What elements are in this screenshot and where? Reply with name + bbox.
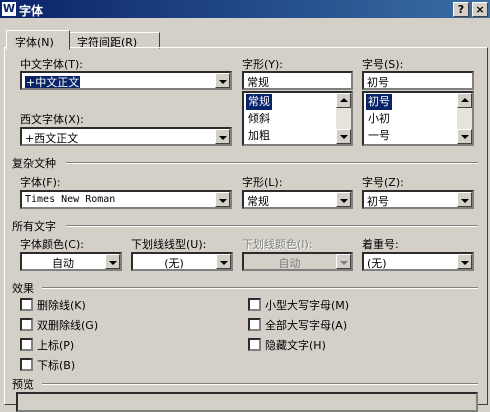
font-color-dropdown-arrow-icon[interactable] xyxy=(105,254,120,269)
separator xyxy=(66,162,478,164)
complex-font-combo[interactable]: Times New Roman xyxy=(20,190,232,209)
complex-style-dropdown-arrow-icon[interactable] xyxy=(336,192,351,207)
window-title: 字体 xyxy=(19,4,44,18)
chinese-font-label: 中文字体(T): xyxy=(20,58,84,71)
font-color-label: 字体颜色(C): xyxy=(20,238,84,251)
strikethrough-checkbox[interactable] xyxy=(20,298,33,311)
complex-script-heading: 复杂文种 xyxy=(12,157,56,170)
underline-color-label: 下划线颜色(I): xyxy=(242,238,313,251)
superscript-checkbox[interactable] xyxy=(20,338,33,351)
complex-style-combo[interactable]: 常规 xyxy=(242,190,353,209)
font-color-value: 自动 xyxy=(52,257,74,270)
separator xyxy=(42,287,478,289)
w-icon: W xyxy=(2,2,16,16)
complex-font-value: Times New Roman xyxy=(25,194,116,205)
complex-size-dropdown-arrow-icon[interactable] xyxy=(457,192,472,207)
chinese-font-dropdown-arrow-icon[interactable] xyxy=(215,73,230,88)
western-font-combo[interactable]: +西文正文 xyxy=(20,127,232,146)
font-size-option[interactable]: 一号 xyxy=(366,128,392,144)
underline-type-label: 下划线线型(U): xyxy=(131,238,207,251)
font-style-label: 字形(Y): xyxy=(242,58,284,71)
preview-area xyxy=(16,392,478,412)
western-font-value: +西文正文 xyxy=(25,132,79,145)
underline-color-dropdown-arrow-icon xyxy=(336,254,351,269)
font-size-option[interactable]: 小初 xyxy=(366,111,392,127)
all-text-heading: 所有文字 xyxy=(12,220,56,233)
close-button[interactable]: × xyxy=(472,2,488,17)
emphasis-mark-label: 着重号: xyxy=(362,238,399,251)
double-strikethrough-label[interactable]: 双删除线(G) xyxy=(37,317,98,333)
font-style-option[interactable]: 常规 xyxy=(246,94,272,110)
scroll-up-arrow-icon[interactable] xyxy=(336,93,351,108)
title-bar: W 字体 ? × xyxy=(0,0,490,18)
western-font-dropdown-arrow-icon[interactable] xyxy=(215,129,230,144)
all-caps-label[interactable]: 全部大写字母(A) xyxy=(265,317,347,333)
font-style-list[interactable]: 常规 倾斜 加粗 xyxy=(242,91,353,146)
strikethrough-label[interactable]: 删除线(K) xyxy=(37,297,86,313)
emphasis-mark-value: (无) xyxy=(367,257,387,270)
font-color-combo[interactable]: 自动 xyxy=(20,252,122,271)
complex-style-value: 常规 xyxy=(247,195,269,208)
preview-heading: 预览 xyxy=(12,378,34,391)
separator xyxy=(42,383,478,385)
tab-font-label: 字体(N) xyxy=(15,36,54,49)
font-style-option[interactable]: 加粗 xyxy=(246,128,272,144)
chinese-font-combo[interactable]: +中文正文 xyxy=(20,71,232,90)
complex-size-combo[interactable]: 初号 xyxy=(362,190,474,209)
tab-font[interactable]: 字体(N) xyxy=(6,30,70,50)
complex-style-label: 字形(L): xyxy=(242,176,283,189)
complex-size-label: 字号(Z): xyxy=(362,176,404,189)
small-caps-label[interactable]: 小型大写字母(M) xyxy=(265,297,349,313)
help-button[interactable]: ? xyxy=(453,2,469,17)
effects-heading: 效果 xyxy=(12,282,34,295)
scroll-down-arrow-icon[interactable] xyxy=(336,129,351,144)
scroll-down-arrow-icon[interactable] xyxy=(457,129,472,144)
font-size-label: 字号(S): xyxy=(362,58,404,71)
underline-type-dropdown-arrow-icon[interactable] xyxy=(216,254,231,269)
scroll-up-arrow-icon[interactable] xyxy=(457,93,472,108)
font-style-input[interactable]: 常规 xyxy=(242,71,353,90)
underline-color-combo: 自动 xyxy=(242,252,353,271)
font-size-value: 初号 xyxy=(367,76,389,89)
separator xyxy=(66,225,478,227)
underline-type-value: (无) xyxy=(164,257,184,270)
font-style-value: 常规 xyxy=(247,76,269,89)
hidden-text-checkbox[interactable] xyxy=(248,338,261,351)
double-strikethrough-checkbox[interactable] xyxy=(20,318,33,331)
emphasis-mark-combo[interactable]: (无) xyxy=(362,252,474,271)
underline-type-combo[interactable]: (无) xyxy=(131,252,233,271)
subscript-label[interactable]: 下标(B) xyxy=(37,357,75,373)
font-style-scrollbar[interactable] xyxy=(336,93,351,144)
hidden-text-label[interactable]: 隐藏文字(H) xyxy=(265,337,326,353)
complex-font-dropdown-arrow-icon[interactable] xyxy=(215,192,230,207)
font-size-option[interactable]: 初号 xyxy=(366,94,392,110)
emphasis-mark-dropdown-arrow-icon[interactable] xyxy=(457,254,472,269)
small-caps-checkbox[interactable] xyxy=(248,298,261,311)
font-size-list[interactable]: 初号 小初 一号 xyxy=(362,91,474,146)
font-size-input[interactable]: 初号 xyxy=(362,71,474,90)
western-font-label: 西文字体(X): xyxy=(20,113,84,126)
underline-color-value: 自动 xyxy=(278,257,301,270)
all-caps-checkbox[interactable] xyxy=(248,318,261,331)
font-style-option[interactable]: 倾斜 xyxy=(246,111,272,127)
subscript-checkbox[interactable] xyxy=(20,358,33,371)
superscript-label[interactable]: 上标(P) xyxy=(37,337,74,353)
complex-font-label: 字体(F): xyxy=(20,176,61,189)
font-size-scrollbar[interactable] xyxy=(457,93,472,144)
complex-size-value: 初号 xyxy=(367,195,389,208)
chinese-font-value: +中文正文 xyxy=(25,76,81,89)
